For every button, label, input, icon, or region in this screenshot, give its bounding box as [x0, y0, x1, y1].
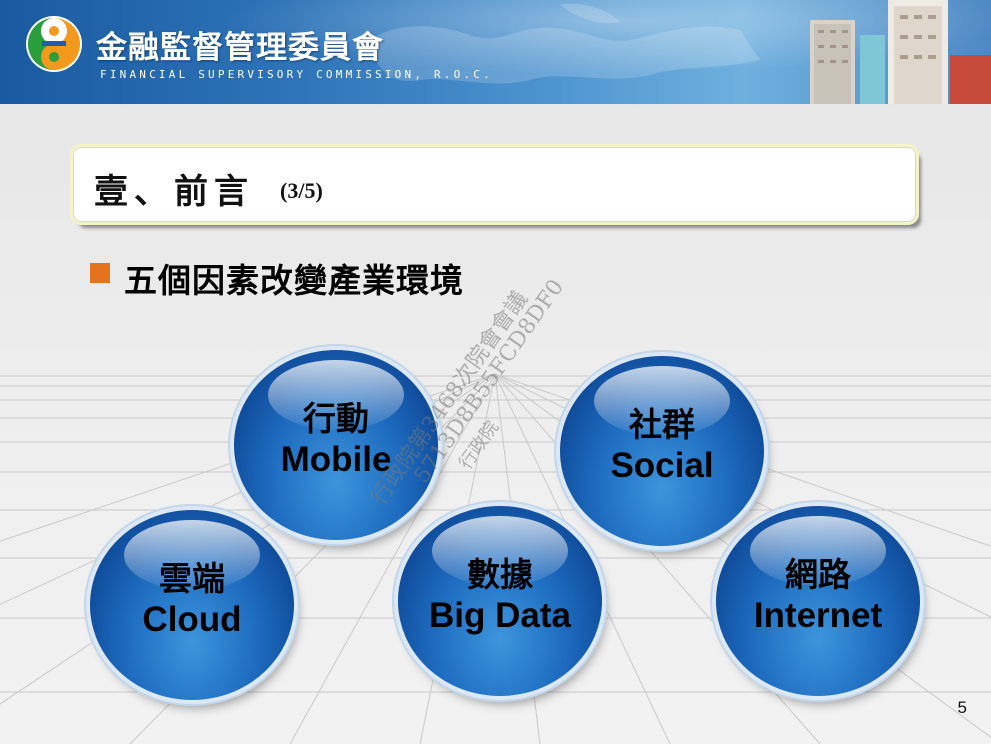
factor-sphere-big-data: 數據 Big Data	[398, 506, 602, 696]
factor-label-zh: 網路	[785, 555, 851, 594]
org-name-en: FINANCIAL SUPERVISORY COMMISSION, R.O.C.	[100, 68, 493, 81]
title-page-indicator: (3/5)	[280, 178, 323, 203]
world-map-graphic	[370, 3, 760, 84]
bullet-square-icon	[90, 263, 110, 283]
fsc-logo-icon	[26, 16, 82, 72]
slide-title: 壹、前言	[94, 172, 254, 212]
factor-sphere-cloud: 雲端 Cloud	[90, 510, 294, 700]
page-number: 5	[957, 698, 967, 717]
skyline-graphic	[810, 0, 991, 104]
slide: 金融監督管理委員會 FINANCIAL SUPERVISORY COMMISSI…	[0, 0, 991, 744]
org-name-zh: 金融監督管理委員會	[96, 30, 384, 66]
factor-label-en: Mobile	[280, 440, 392, 479]
factor-label-zh: 社群	[629, 405, 695, 444]
factor-sphere-internet: 網路 Internet	[716, 506, 920, 696]
factor-label-en: Cloud	[142, 600, 242, 639]
bullet-text: 五個因素改變產業環境	[124, 261, 464, 300]
factor-label-en: Social	[610, 446, 714, 485]
factor-label-zh: 雲端	[159, 559, 225, 598]
factor-label-en: Big Data	[429, 596, 571, 635]
factor-label-zh: 數據	[467, 555, 533, 594]
header-banner: 金融監督管理委員會 FINANCIAL SUPERVISORY COMMISSI…	[0, 0, 991, 104]
factor-label-en: Internet	[753, 596, 883, 635]
title-box: 壹、前言 (3/5)	[73, 147, 916, 222]
factor-label-zh: 行動	[303, 399, 369, 438]
